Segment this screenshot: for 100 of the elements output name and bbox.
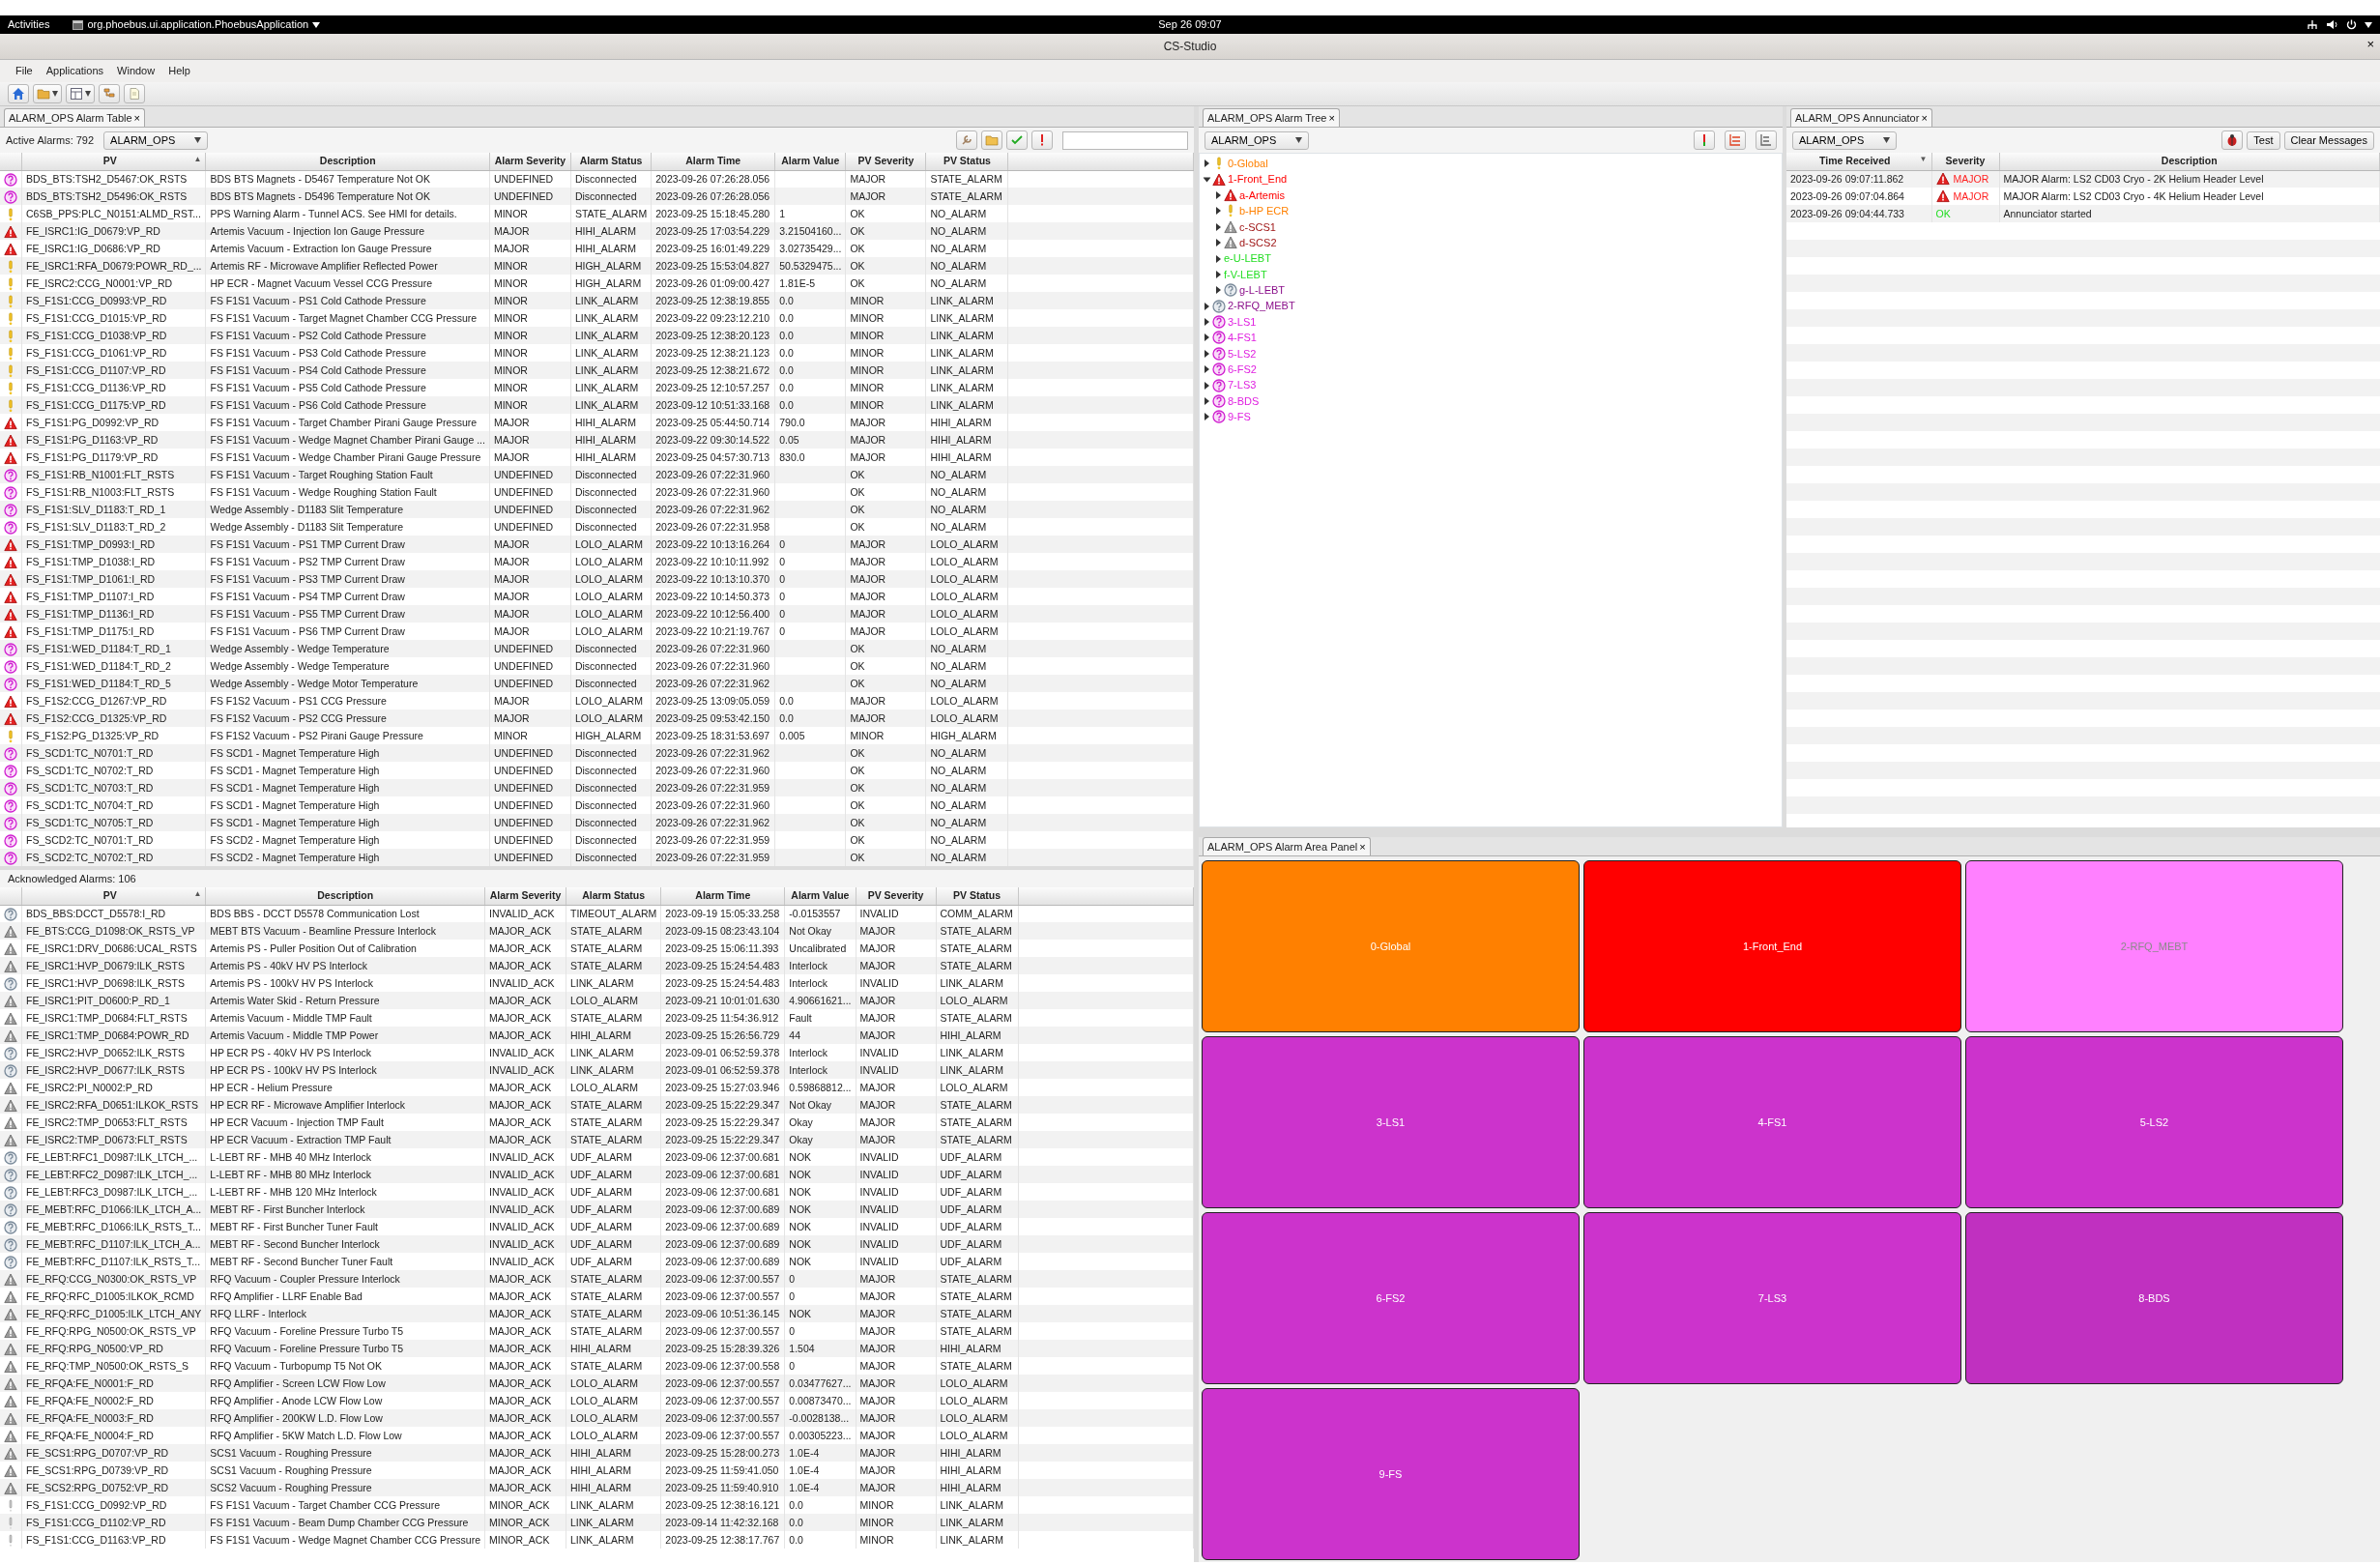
column-label[interactable]: PV [102,154,117,166]
sort-indicator[interactable]: ▲ [193,887,202,900]
toolbar-button[interactable] [1725,130,1746,150]
config-dropdown[interactable]: ALARM_OPS [1205,130,1310,150]
toolbar-button[interactable] [956,130,977,150]
caret-icon[interactable] [1215,207,1222,216]
tree-item[interactable]: a-Artemis [1239,187,1286,204]
sort-indicator[interactable]: ▼ [1919,153,1928,165]
tree-item[interactable]: 8-BDS [1228,392,1260,410]
caret-icon[interactable] [1215,190,1222,199]
close-button[interactable]: × [133,112,140,124]
toolbar-button[interactable] [1694,130,1715,150]
tree-item[interactable]: 5-LS2 [1228,345,1257,362]
tree-item[interactable]: 4-FS1 [1228,330,1257,346]
caret-icon[interactable] [1215,222,1222,231]
config-dropdown[interactable]: ALARM_OPS [1792,130,1898,150]
area-tile[interactable]: 4-FS1 [1583,1036,1961,1208]
app-menu[interactable]: org.phoebus.ui.application.PhoebusApplication [73,16,321,33]
close-button[interactable]: × [1328,112,1335,124]
activities-button[interactable]: Activities [8,16,50,33]
column-header[interactable]: PV Severity [845,153,926,170]
caret-icon[interactable] [1204,349,1210,358]
caret-icon[interactable] [1204,381,1210,390]
caret-icon[interactable] [1215,270,1222,278]
column-header[interactable]: Description [205,887,485,905]
area-tile[interactable]: 3-LS1 [1202,1036,1580,1208]
caret-icon[interactable] [1204,302,1210,310]
table-cell: NO_ALARM [925,849,1008,866]
tree-item[interactable]: 3-LS1 [1228,313,1257,331]
column-header[interactable]: Severity [1931,153,1999,170]
column-header[interactable]: Alarm Value [774,153,846,170]
caret-icon[interactable] [1204,333,1210,342]
clock[interactable]: Sep 26 09:07 [1158,16,1222,33]
caret-icon[interactable] [1215,286,1222,295]
column-header[interactable]: Alarm Status [566,887,661,905]
area-tile[interactable]: 8-BDS [1965,1212,2343,1384]
tab[interactable]: ALARM_OPS Alarm Area Panel × [1203,837,1371,855]
area-tile[interactable]: 6-FS2 [1202,1212,1580,1384]
menu-item[interactable]: Help [168,63,190,79]
toolbar-button[interactable] [1756,130,1777,150]
table-cell: MAJOR [856,1131,937,1148]
table-cell: 2023-09-25 17:03:54.229 [651,222,775,240]
caret-icon[interactable] [1215,239,1222,247]
column-header[interactable]: Alarm Time [651,153,775,170]
tab[interactable]: ALARM_OPS Annunciator × [1790,108,1932,127]
table-cell: L-LEBT RF - MHB 80 MHz Interlock [205,1166,485,1183]
toolbar-button[interactable]: Clear Messages [2283,130,2374,150]
table-cell: Wedge Assembly - Wedge Temperature [206,640,490,657]
toolbar-button[interactable]: Test [2247,130,2280,150]
area-tile[interactable]: 5-LS2 [1965,1036,2343,1208]
toolbar-button[interactable] [1031,130,1053,150]
area-tile[interactable]: 1-Front_End [1583,860,1961,1032]
mute-button[interactable] [2221,130,2244,150]
caret-icon[interactable] [1204,365,1210,374]
caret-icon[interactable] [1215,254,1222,263]
column-label[interactable]: Time Received [1819,154,1891,166]
menu-item[interactable]: Window [117,63,156,79]
caret-icon[interactable] [1204,413,1210,421]
home-button[interactable] [8,84,29,103]
tree-button[interactable] [99,84,120,103]
caret-icon[interactable] [1204,318,1210,327]
tree-item[interactable]: 7-LS3 [1228,377,1257,393]
tree-item[interactable]: 2-RFQ_MEBT [1228,298,1295,314]
column-header[interactable]: Alarm Severity [484,887,566,905]
open-button[interactable] [33,84,62,103]
column-header[interactable]: Alarm Severity [489,153,571,170]
close-button[interactable]: × [1921,112,1928,124]
menu-item[interactable]: Applications [45,63,104,79]
tab[interactable]: ALARM_OPS Alarm Table × [4,108,145,127]
column-label[interactable]: PV [102,888,117,901]
column-header[interactable]: Alarm Status [570,153,652,170]
toolbar-button[interactable] [1006,130,1028,150]
column-header[interactable]: PV Severity [856,887,937,905]
close-button[interactable]: × [2366,38,2374,50]
column-header[interactable]: Description [206,153,490,170]
column-header[interactable]: Alarm Value [784,887,856,905]
config-dropdown[interactable]: ALARM_OPS [103,130,209,150]
table-cell: Artemis Water Skid - Return Pressure [205,992,485,1009]
tree-item[interactable]: c-SCS1 [1239,218,1276,235]
close-button[interactable]: × [1359,841,1366,853]
caret-icon[interactable] [1204,397,1210,406]
area-tile[interactable]: 7-LS3 [1583,1212,1961,1384]
caret-icon[interactable] [1203,176,1211,184]
area-tile[interactable]: 9-FS [1202,1388,1580,1560]
sort-indicator[interactable]: ▲ [193,153,202,165]
tree-item[interactable]: 6-FS2 [1228,362,1257,378]
column-header[interactable]: PV Status [936,887,1019,905]
tab[interactable]: ALARM_OPS Alarm Tree × [1203,108,1340,127]
tree-item[interactable]: g-L-LEBT [1239,282,1286,299]
tree-item[interactable]: d-SCS2 [1239,234,1277,251]
column-header[interactable]: PV Status [925,153,1008,170]
column-header[interactable]: Alarm Time [660,887,785,905]
search-field[interactable] [1062,130,1188,150]
warning-icon [4,959,17,973]
tree-item[interactable]: 1-Front_End [1228,171,1288,188]
layout-button[interactable] [66,84,95,103]
tree-item[interactable]: 9-FS [1228,409,1251,425]
menu-item[interactable]: File [15,63,33,79]
column-header[interactable]: Description [1999,153,2380,170]
caret-icon[interactable] [1204,159,1210,168]
